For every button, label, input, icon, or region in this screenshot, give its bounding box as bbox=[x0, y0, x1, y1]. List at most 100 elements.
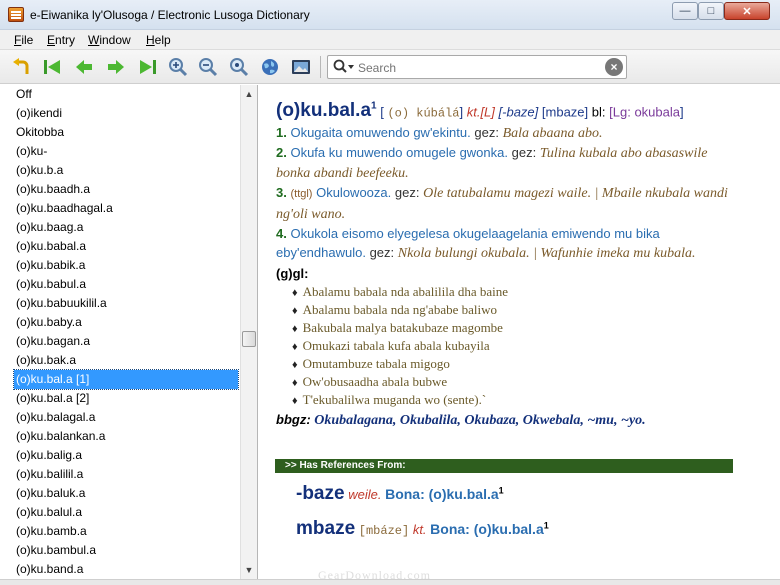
sense-number: 2. bbox=[276, 145, 287, 161]
list-item[interactable]: (o)ku.balilil.a bbox=[14, 465, 238, 484]
proverb-item: Omutambuze tabala migogo bbox=[292, 355, 732, 373]
list-item[interactable]: (o)ku.babal.a bbox=[14, 237, 238, 256]
back-icon[interactable] bbox=[72, 55, 96, 79]
list-item[interactable]: (o)ku.bamb.a bbox=[14, 522, 238, 541]
homonym-number: 1 bbox=[371, 101, 377, 112]
toolbar-separator bbox=[320, 56, 321, 78]
menu-entry[interactable]: Entry bbox=[47, 33, 75, 47]
menu-file[interactable]: File bbox=[14, 33, 33, 47]
list-item[interactable]: (o)ku.balig.a bbox=[14, 446, 238, 465]
entry-header: (o)ku.bal.a1 [ (o) kúbálá] kt.[L] [-baze… bbox=[276, 97, 732, 123]
reference-pos: weile. bbox=[348, 487, 382, 502]
scroll-down-icon[interactable]: ▼ bbox=[241, 562, 257, 578]
zoom-reset-icon[interactable] bbox=[227, 55, 251, 79]
list-item[interactable]: (o)ikendi bbox=[14, 104, 238, 123]
derived-forms-list[interactable]: Okubalagana, Okubalila, Okubaza, Okwebal… bbox=[314, 413, 645, 428]
list-item[interactable]: (o)ku.balankan.a bbox=[14, 427, 238, 446]
lg-label: [Lg: bbox=[609, 104, 631, 120]
list-item[interactable]: Okitobba bbox=[14, 123, 238, 142]
minimize-button[interactable]: — bbox=[672, 2, 698, 20]
sense-4: 4. Okukola eisomo elyegelesa okugelaagel… bbox=[276, 224, 732, 263]
list-item[interactable]: (o)ku.bak.a bbox=[14, 351, 238, 370]
part-of-speech: kt.[L] bbox=[466, 104, 495, 120]
sense-number: 1. bbox=[276, 125, 287, 141]
list-item[interactable]: (o)ku.bambul.a bbox=[14, 541, 238, 560]
list-item[interactable]: (o)ku.babuukilil.a bbox=[14, 294, 238, 313]
variant-mbaze[interactable]: [mbaze] bbox=[542, 104, 588, 119]
title-bar: e-Eiwanika ly'Olusoga / Electronic Lusog… bbox=[0, 0, 780, 30]
menu-window-label: indow bbox=[99, 33, 131, 47]
list-item[interactable]: (o)ku- bbox=[14, 142, 238, 161]
variant-baze[interactable]: [-baze] bbox=[499, 104, 539, 119]
menu-bar: File Entry Window Help bbox=[0, 30, 780, 50]
close-bracket-pron: ] bbox=[459, 104, 464, 120]
reference-link[interactable]: Bona: (o)ku.bal.a1 bbox=[385, 485, 504, 502]
search-box[interactable]: × bbox=[327, 55, 627, 79]
toolbar: × bbox=[0, 50, 780, 84]
word-list-scrollbar[interactable]: ▲ ▼ bbox=[240, 85, 257, 579]
list-item[interactable]: (o)ku.baluk.a bbox=[14, 484, 238, 503]
proverb-item: Omukazi tabala kufa abala kubayila bbox=[292, 337, 732, 355]
list-item[interactable]: (o)ku.bal.a [2] bbox=[14, 389, 238, 408]
example-label: gez: bbox=[474, 125, 499, 141]
list-item[interactable]: (o)ku.b.a bbox=[14, 161, 238, 180]
menu-window[interactable]: Window bbox=[88, 33, 131, 47]
proverbs-heading: (g)gl: bbox=[276, 266, 309, 282]
forward-icon[interactable] bbox=[104, 55, 128, 79]
zoom-in-icon[interactable] bbox=[166, 55, 190, 79]
zoom-out-icon[interactable] bbox=[196, 55, 220, 79]
scrollbar-thumb[interactable] bbox=[242, 331, 256, 347]
sense-example: Nkola bulungi okubala. | Wafunhie imeka … bbox=[397, 246, 696, 262]
search-icon bbox=[333, 59, 355, 75]
first-entry-icon[interactable] bbox=[40, 55, 64, 79]
list-item[interactable]: (o)ku.balagal.a bbox=[14, 408, 238, 427]
bl-label: bl: bbox=[591, 104, 606, 120]
lg-form: okubala bbox=[634, 104, 680, 120]
list-item[interactable]: (o)ku.band.a bbox=[14, 560, 238, 579]
app-book-icon bbox=[8, 7, 24, 22]
example-label: gez: bbox=[369, 245, 395, 261]
derived-forms-label: bbgz: bbox=[276, 412, 311, 428]
list-item[interactable]: (o)ku.balul.a bbox=[14, 503, 238, 522]
reference-link-text: Bona: (o)ku.bal.a bbox=[385, 486, 499, 502]
list-item[interactable]: (o)ku.baby.a bbox=[14, 313, 238, 332]
pronunciation: (o) kúbálá bbox=[387, 106, 460, 121]
proverb-item: T'ekubalilwa muganda wo (sente).` bbox=[292, 391, 732, 409]
undo-icon[interactable] bbox=[10, 55, 34, 79]
sense-example: Bala abaana abo. bbox=[502, 126, 603, 142]
globe-icon[interactable] bbox=[258, 55, 282, 79]
sense-tag: (ttgl) bbox=[290, 188, 313, 201]
menu-entry-accelerator: E bbox=[47, 33, 56, 47]
reference-item-baze[interactable]: -baze weile. Bona: (o)ku.bal.a1 bbox=[296, 483, 504, 505]
list-item[interactable]: Off bbox=[14, 85, 238, 104]
references-bar: >> Has References From: bbox=[275, 459, 733, 473]
sense-3: 3. (ttgl) Okulowooza. gez: Ole tatubalam… bbox=[276, 183, 732, 224]
image-icon[interactable] bbox=[289, 55, 313, 79]
reference-link[interactable]: Bona: (o)ku.bal.a1 bbox=[430, 520, 549, 537]
headword-text: (o)ku.bal.a bbox=[276, 100, 372, 122]
proverb-item: Abalamu babala nda abalilila dha baine bbox=[292, 283, 732, 301]
sense-number: 4. bbox=[276, 226, 287, 242]
list-item[interactable]: (o)ku.babul.a bbox=[14, 275, 238, 294]
proverb-item: Abalamu babala nda ng'ababe baliwo bbox=[292, 301, 732, 319]
scroll-up-icon[interactable]: ▲ bbox=[241, 86, 257, 102]
list-item[interactable]: (o)ku.baadhagal.a bbox=[14, 199, 238, 218]
open-bracket: [ bbox=[380, 104, 384, 120]
list-item[interactable]: (o)ku.bagan.a bbox=[14, 332, 238, 351]
last-entry-icon[interactable] bbox=[136, 55, 160, 79]
clear-search-icon[interactable]: × bbox=[605, 58, 623, 76]
list-item[interactable]: (o)ku.bal.a [1] bbox=[13, 369, 239, 390]
sense-definition: Okufa ku muwendo omugele gwonka. bbox=[290, 145, 508, 161]
menu-file-label: ile bbox=[21, 33, 34, 47]
close-button[interactable]: ✕ bbox=[724, 2, 770, 20]
maximize-button[interactable]: □ bbox=[698, 2, 724, 20]
list-item[interactable]: (o)ku.baadh.a bbox=[14, 180, 238, 199]
reference-homonym: 1 bbox=[498, 485, 504, 496]
list-item[interactable]: (o)ku.babik.a bbox=[14, 256, 238, 275]
menu-help[interactable]: Help bbox=[146, 33, 171, 47]
sense-2: 2. Okufa ku muwendo omugele gwonka. gez:… bbox=[276, 143, 732, 183]
menu-entry-label: ntry bbox=[55, 33, 76, 47]
search-input[interactable] bbox=[358, 59, 598, 76]
reference-item-mbaze[interactable]: mbaze [mbáze] kt. Bona: (o)ku.bal.a1 bbox=[296, 518, 549, 540]
list-item[interactable]: (o)ku.baag.a bbox=[14, 218, 238, 237]
